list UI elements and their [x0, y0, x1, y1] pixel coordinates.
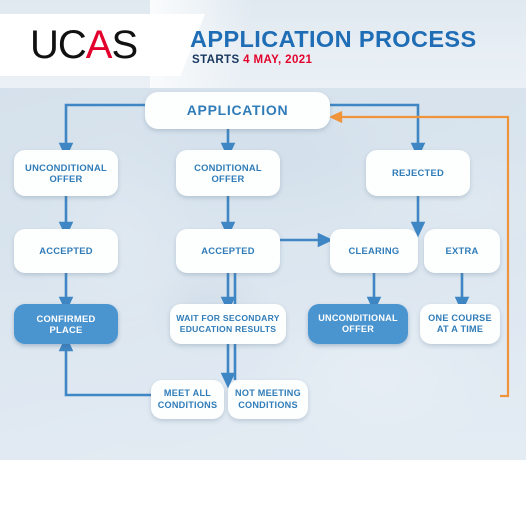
node-meet-all-conditions-line1: MEET ALL [163, 388, 212, 398]
node-not-meeting-conditions-line1: NOT MEETING [235, 388, 301, 398]
ucas-logo-part-uc: UC [30, 23, 87, 67]
node-unconditional-offer[interactable]: UNCONDITIONAL OFFER [14, 150, 118, 196]
flowchart-canvas: APPLICATION UNCONDITIONAL OFFER CONDITIO… [0, 88, 526, 460]
node-rejected-label: REJECTED [391, 167, 444, 179]
header-banner: UCAS APPLICATION PROCESS STARTS 4 MAY, 2… [0, 0, 526, 88]
node-rejected[interactable]: REJECTED [366, 150, 470, 196]
start-date-line: STARTS 4 MAY, 2021 [192, 54, 312, 67]
node-not-meeting-conditions[interactable]: NOT MEETING CONDITIONS [228, 380, 308, 419]
node-wait-for-results[interactable]: WAIT FOR SECONDARY EDUCATION RESULTS [170, 304, 286, 344]
infographic-root: UCAS APPLICATION PROCESS STARTS 4 MAY, 2… [0, 0, 526, 526]
node-clearing-unconditional-offer-line1: UNCONDITIONAL [318, 312, 398, 323]
node-application-label: APPLICATION [186, 101, 289, 118]
node-unconditional-offer-line1: UNCONDITIONAL [25, 161, 107, 173]
start-date-value: 4 MAY, 2021 [243, 54, 313, 66]
node-meet-all-conditions[interactable]: MEET ALL CONDITIONS [151, 380, 224, 419]
node-accepted-left[interactable]: ACCEPTED [14, 229, 118, 273]
ucas-logo-part-s: S [111, 23, 138, 67]
node-wait-for-results-line2: EDUCATION RESULTS [179, 324, 277, 334]
node-confirmed-place[interactable]: CONFIRMED PLACE [14, 304, 118, 344]
ucas-logo: UCAS [30, 23, 138, 67]
node-one-course-line1: ONE COURSE [428, 312, 492, 323]
node-wait-for-results-line1: WAIT FOR SECONDARY [176, 312, 280, 323]
node-extra[interactable]: EXTRA [424, 229, 500, 273]
page-title: APPLICATION PROCESS [190, 26, 477, 52]
node-one-course-at-a-time[interactable]: ONE COURSE AT A TIME [420, 304, 500, 344]
node-confirmed-place-line1: CONFIRMED [36, 312, 96, 324]
node-clearing-unconditional-offer-line2: OFFER [341, 324, 375, 334]
node-one-course-line2: AT A TIME [436, 324, 484, 334]
node-meet-all-conditions-line2: CONDITIONS [157, 399, 218, 410]
node-accepted-mid-label: ACCEPTED [201, 245, 255, 257]
node-conditional-offer-line2: OFFER [211, 173, 245, 184]
node-not-meeting-conditions-line2: CONDITIONS [238, 399, 298, 410]
node-clearing-label: CLEARING [348, 245, 400, 257]
footer-bar: TopCourses® UK Education Advisors [0, 460, 526, 526]
node-accepted-mid[interactable]: ACCEPTED [176, 229, 280, 273]
node-conditional-offer-line1: CONDITIONAL [194, 161, 262, 173]
ucas-logo-part-a: A [85, 23, 113, 67]
node-unconditional-offer-line2: OFFER [49, 173, 83, 184]
node-confirmed-place-line2: PLACE [49, 324, 83, 335]
node-conditional-offer[interactable]: CONDITIONAL OFFER [176, 150, 280, 196]
node-accepted-left-label: ACCEPTED [39, 245, 93, 257]
node-clearing[interactable]: CLEARING [330, 229, 418, 273]
node-clearing-unconditional-offer[interactable]: UNCONDITIONAL OFFER [308, 304, 408, 344]
node-application[interactable]: APPLICATION [145, 92, 330, 129]
start-date-prefix: STARTS [192, 54, 240, 66]
node-extra-label: EXTRA [445, 245, 479, 257]
